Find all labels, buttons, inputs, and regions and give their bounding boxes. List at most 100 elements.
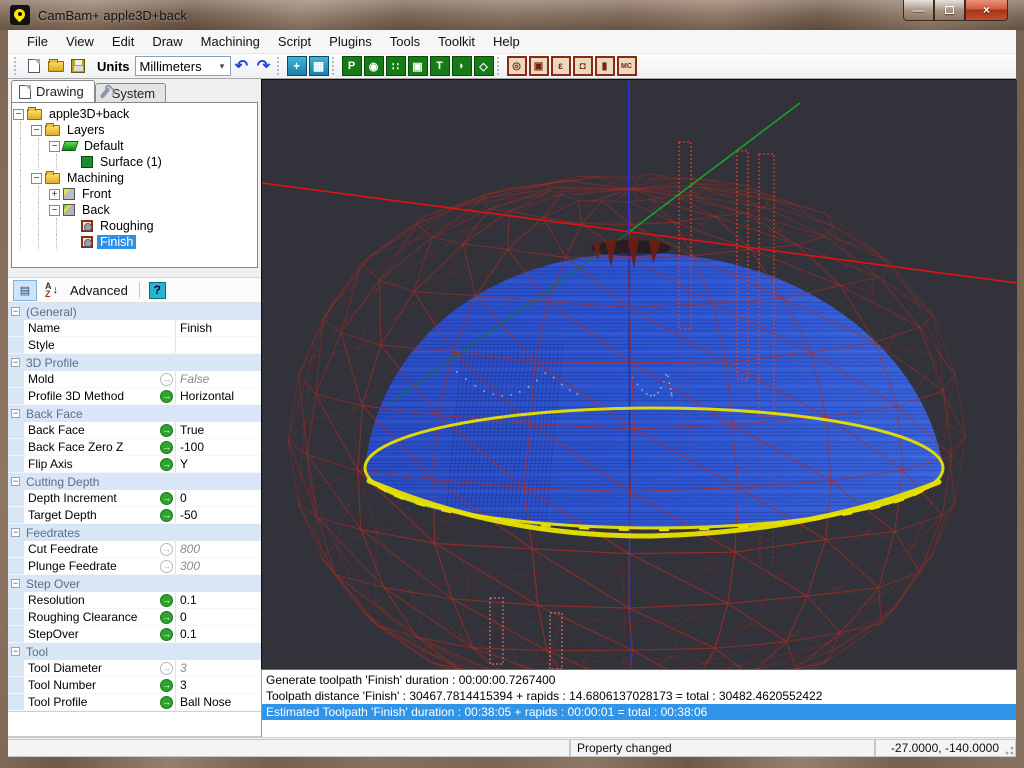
toolbar-grip-handle[interactable] [14, 57, 21, 75]
property-row[interactable]: Mold→False [8, 371, 261, 388]
advanced-label[interactable]: Advanced [70, 283, 128, 298]
redo-button[interactable]: ↷ [254, 56, 274, 76]
property-row[interactable]: Back Face→True [8, 422, 261, 439]
menu-item-help[interactable]: Help [484, 30, 529, 53]
profile-mop-button[interactable]: ◎ [507, 56, 527, 76]
menu-item-plugins[interactable]: Plugins [320, 30, 381, 53]
save-file-button[interactable] [68, 56, 88, 76]
property-row[interactable]: Profile 3D Method→Horizontal [8, 388, 261, 405]
collapse-icon[interactable]: − [11, 358, 20, 367]
category-row[interactable]: −Feedrates [8, 524, 261, 541]
tree-item-back[interactable]: −Back [12, 202, 257, 218]
property-value[interactable]: -100 [175, 439, 261, 455]
property-row[interactable]: NameFinish [8, 320, 261, 337]
property-row[interactable]: Cut Feedrate→800 [8, 541, 261, 558]
tree-item-layers[interactable]: −Layers [12, 122, 257, 138]
tree-expander-icon[interactable]: + [49, 189, 60, 200]
menu-item-draw[interactable]: Draw [143, 30, 191, 53]
tree-expander-icon[interactable]: − [13, 109, 24, 120]
menu-item-tools[interactable]: Tools [381, 30, 429, 53]
tree-item-apple3d-back[interactable]: −apple3D+back [12, 106, 257, 122]
menu-item-script[interactable]: Script [269, 30, 320, 53]
property-value[interactable] [175, 337, 261, 353]
tree-item-surface-1[interactable]: −Surface (1) [12, 154, 257, 170]
tree-item-finish[interactable]: −Finish [12, 234, 257, 250]
tree-item-default[interactable]: −Default [12, 138, 257, 154]
property-row[interactable]: Back Face Zero Z→-100 [8, 439, 261, 456]
units-dropdown[interactable]: Millimeters▾ [135, 56, 231, 76]
drill-mop-button[interactable]: ◘ [573, 56, 593, 76]
close-button[interactable]: × [965, 0, 1008, 21]
polyline-button[interactable]: P [342, 56, 362, 76]
toolbar-grip-handle[interactable] [332, 57, 339, 75]
tree-item-roughing[interactable]: −Roughing [12, 218, 257, 234]
tree-expander-icon[interactable]: − [31, 125, 42, 136]
menu-item-edit[interactable]: Edit [103, 30, 143, 53]
property-row[interactable]: Roughing Clearance→0 [8, 609, 261, 626]
property-value[interactable]: Y [175, 456, 261, 472]
property-row[interactable]: Tool Profile→Ball Nose [8, 694, 261, 711]
category-row[interactable]: −3D Profile [8, 354, 261, 371]
collapse-icon[interactable]: − [11, 307, 20, 316]
message-line[interactable]: Toolpath distance 'Finish' : 30467.78144… [262, 688, 1016, 704]
tab-system[interactable]: System [95, 83, 166, 102]
tab-drawing[interactable]: Drawing [11, 80, 95, 102]
help-button[interactable]: ? [149, 282, 166, 299]
gcode-button[interactable]: MC [617, 56, 637, 76]
tree-expander-icon[interactable]: − [49, 141, 60, 152]
property-value[interactable]: 800 [175, 541, 261, 557]
collapse-icon[interactable]: − [11, 477, 20, 486]
circle-button[interactable]: ◉ [364, 56, 384, 76]
collapse-icon[interactable]: − [11, 647, 20, 656]
new-file-button[interactable] [24, 56, 44, 76]
property-value[interactable]: 3 [175, 677, 261, 693]
property-value[interactable]: True [175, 422, 261, 438]
category-row[interactable]: −Back Face [8, 405, 261, 422]
category-row[interactable]: −Step Over [8, 575, 261, 592]
tree-expander-icon[interactable]: − [49, 205, 60, 216]
collapse-icon[interactable]: − [11, 579, 20, 588]
property-value[interactable]: -50 [175, 507, 261, 523]
property-row[interactable]: Tool Diameter→3 [8, 660, 261, 677]
property-row[interactable]: Plunge Feedrate→300 [8, 558, 261, 575]
property-value[interactable]: 0.1 [175, 626, 261, 642]
property-value[interactable]: 0 [175, 609, 261, 625]
property-row[interactable]: StepOver→0.1 [8, 626, 261, 643]
point-list-button[interactable]: ∷ [386, 56, 406, 76]
sort-alphabetical-button[interactable]: AZ ↓ [45, 282, 58, 298]
property-value[interactable]: 300 [175, 558, 261, 574]
engrave-mop-button[interactable]: ε [551, 56, 571, 76]
tree-expander-icon[interactable]: − [31, 173, 42, 184]
pocket-mop-button[interactable]: ▣ [529, 56, 549, 76]
property-row[interactable]: Depth Increment→0 [8, 490, 261, 507]
menu-item-toolkit[interactable]: Toolkit [429, 30, 484, 53]
categorized-view-button[interactable]: ▤ [13, 280, 37, 301]
property-value[interactable]: 0.1 [175, 592, 261, 608]
surface-button[interactable]: ◇ [474, 56, 494, 76]
3d-viewport[interactable] [261, 79, 1016, 669]
property-value[interactable]: Horizontal [175, 388, 261, 404]
rectangle-button[interactable]: ▣ [408, 56, 428, 76]
maximize-button[interactable] [934, 0, 965, 21]
snap-grid-button[interactable]: + [287, 56, 307, 76]
property-value[interactable]: 0 [175, 490, 261, 506]
category-row[interactable]: −Tool [8, 643, 261, 660]
property-row[interactable]: Flip Axis→Y [8, 456, 261, 473]
undo-button[interactable]: ↶ [232, 56, 252, 76]
property-row[interactable]: Style [8, 337, 261, 354]
lathe-mop-button[interactable]: ▮ [595, 56, 615, 76]
property-value[interactable]: Ball Nose [175, 694, 261, 710]
collapse-icon[interactable]: − [11, 409, 20, 418]
title-bar[interactable]: CamBam+ apple3D+back — × [0, 0, 1024, 30]
property-row[interactable]: Target Depth→-50 [8, 507, 261, 524]
minimize-button[interactable]: — [903, 0, 934, 21]
tree-item-machining[interactable]: −Machining [12, 170, 257, 186]
resize-grip[interactable] [1002, 743, 1014, 755]
property-row[interactable]: Tool Number→3 [8, 677, 261, 694]
tree-item-front[interactable]: +Front [12, 186, 257, 202]
toolbar-grip-handle[interactable] [277, 57, 284, 75]
category-row[interactable]: −(General) [8, 303, 261, 320]
property-value[interactable]: Finish [175, 320, 261, 336]
property-value[interactable]: 3 [175, 660, 261, 676]
menu-item-file[interactable]: File [18, 30, 57, 53]
